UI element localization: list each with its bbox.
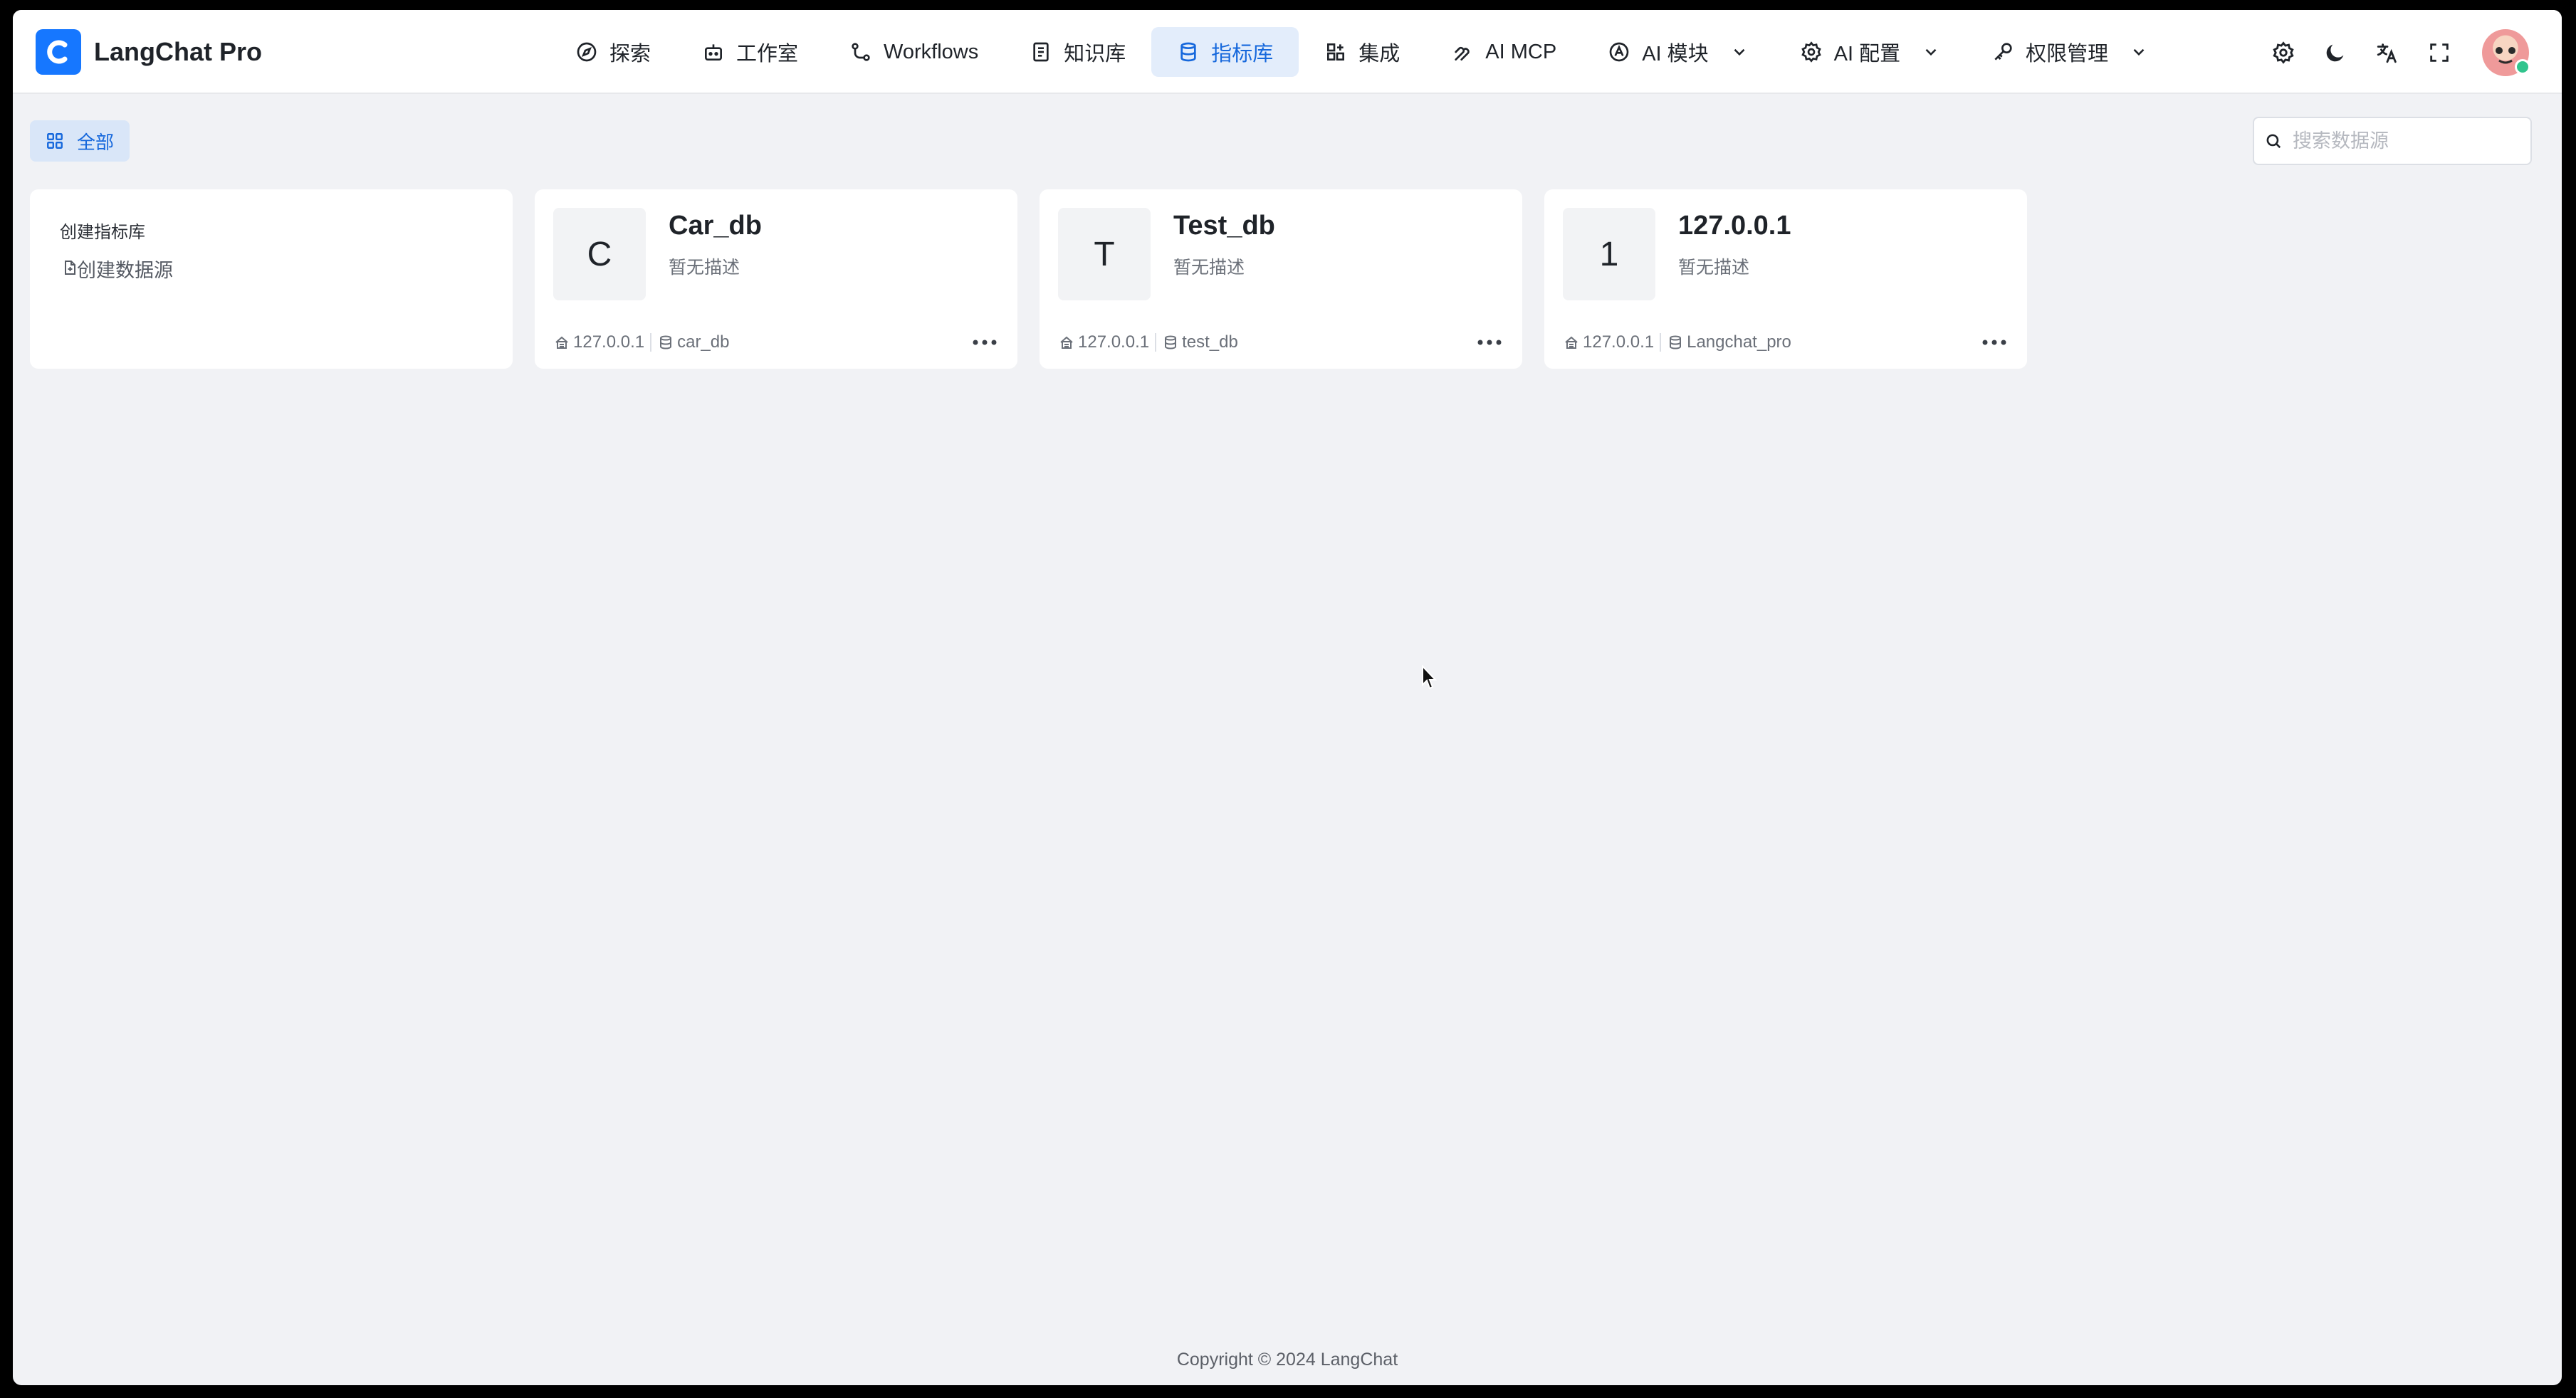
online-status-dot xyxy=(2515,59,2530,75)
filter-all-label: 全部 xyxy=(77,131,115,153)
footer-copyright: Copyright © 2024 LangChat xyxy=(1176,1350,1398,1370)
dark-mode-moon-icon[interactable] xyxy=(2321,38,2350,67)
nav-item-label: AI MCP xyxy=(1485,40,1557,63)
more-options-icon[interactable] xyxy=(1475,332,1504,353)
datasource-description: 暂无描述 xyxy=(669,258,740,278)
datasource-db: car_db xyxy=(677,332,730,352)
main-nav: 探索 工作室 Workflows 知识库 指标库 集成 AI MCP AI 模块… xyxy=(550,27,2174,77)
nav-item-explore[interactable]: 探索 xyxy=(550,27,676,77)
datasource-meta: 127.0.0.1 Langchat_pro xyxy=(1563,330,1791,354)
host-icon xyxy=(1565,336,1578,349)
grid-icon xyxy=(47,133,63,149)
database-icon xyxy=(660,335,672,350)
nav-item-label: AI 配置 xyxy=(1833,43,1901,65)
chevron-down-icon xyxy=(1925,48,1937,56)
nav-item-workflows[interactable]: Workflows xyxy=(824,27,1004,77)
datasource-name: Test_db xyxy=(1173,211,1275,241)
datasource-description: 暂无描述 xyxy=(1678,258,1750,278)
search-box[interactable] xyxy=(2253,117,2532,165)
datasource-card[interactable]: T Test_db 暂无描述 127.0.0.1 test_db xyxy=(1040,189,1522,369)
brand[interactable]: LangChat Pro xyxy=(36,29,262,75)
search-input[interactable] xyxy=(2291,129,2522,153)
create-datasource-label: 创建数据源 xyxy=(77,260,173,281)
settings-icon[interactable] xyxy=(2269,38,2298,67)
nav-item-label: 权限管理 xyxy=(2026,43,2109,65)
logo-icon xyxy=(36,29,81,75)
datasource-db: Langchat_pro xyxy=(1687,332,1791,352)
nav-item-ai-mcp[interactable]: AI MCP xyxy=(1425,27,1582,77)
nav-item-knowledge[interactable]: 知识库 xyxy=(1004,27,1151,77)
datasource-host: 127.0.0.1 xyxy=(1583,332,1655,352)
datasource-db: test_db xyxy=(1182,332,1238,352)
app-window: LangChat Pro 探索 工作室 Workflows 知识库 指标库 集成… xyxy=(13,10,2562,1385)
more-options-icon[interactable] xyxy=(970,332,999,353)
database-icon xyxy=(1165,335,1177,350)
nav-item-label: 集成 xyxy=(1358,43,1400,65)
translate-icon[interactable] xyxy=(2373,38,2402,67)
search-icon xyxy=(2266,134,2281,149)
meta-divider xyxy=(1660,333,1662,352)
database-icon xyxy=(1180,42,1196,62)
datasource-meta: 127.0.0.1 test_db xyxy=(1058,330,1238,354)
nav-item-label: 工作室 xyxy=(736,43,799,65)
user-avatar[interactable] xyxy=(2482,29,2530,76)
datasource-meta: 127.0.0.1 car_db xyxy=(553,330,729,354)
new-file-icon xyxy=(65,261,75,275)
module-icon xyxy=(1609,42,1629,62)
datasource-card[interactable]: C Car_db 暂无描述 127.0.0.1 car_db xyxy=(535,189,1017,369)
datasource-initial: 1 xyxy=(1563,208,1655,300)
nav-item-label: Workflows xyxy=(884,40,979,63)
brand-name: LangChat Pro xyxy=(94,37,263,66)
create-datasource-link[interactable]: 创建数据源 xyxy=(65,255,173,283)
header-tools xyxy=(2246,29,2530,76)
meta-divider xyxy=(1155,333,1157,352)
create-metrics-card: 创建指标库 创建数据源 xyxy=(30,189,513,369)
chevron-down-icon xyxy=(2133,48,2145,56)
datasource-initial: C xyxy=(553,208,646,300)
key-icon xyxy=(1994,43,2012,61)
datasource-name: Car_db xyxy=(669,211,762,241)
nav-item-studio[interactable]: 工作室 xyxy=(676,27,824,77)
nav-item-integrations[interactable]: 集成 xyxy=(1299,27,1425,77)
gear-icon xyxy=(1801,41,1821,63)
datasource-initial: T xyxy=(1058,208,1151,300)
nav-item-permissions[interactable]: 权限管理 xyxy=(1966,27,2174,77)
grid-plus-icon xyxy=(1327,43,1345,61)
top-header: LangChat Pro 探索 工作室 Workflows 知识库 指标库 集成… xyxy=(13,10,2562,94)
nav-item-label: 指标库 xyxy=(1211,43,1274,65)
nav-item-metrics[interactable]: 指标库 xyxy=(1151,27,1299,77)
more-options-icon[interactable] xyxy=(1980,332,2009,353)
nav-item-ai-module[interactable]: AI 模块 xyxy=(1582,27,1774,77)
datasource-host: 127.0.0.1 xyxy=(573,332,645,352)
database-icon xyxy=(1670,335,1682,350)
meta-divider xyxy=(650,333,652,352)
nav-item-label: 知识库 xyxy=(1064,43,1126,65)
mcp-icon xyxy=(1455,46,1470,61)
nav-item-label: 探索 xyxy=(609,43,651,65)
datasource-description: 暂无描述 xyxy=(1173,258,1245,278)
compass-icon xyxy=(577,42,597,62)
create-card-title: 创建指标库 xyxy=(60,223,145,242)
mouse-cursor-icon xyxy=(1422,665,1437,690)
host-icon xyxy=(555,336,568,349)
datasource-name: 127.0.0.1 xyxy=(1678,211,1791,241)
nav-item-label: AI 模块 xyxy=(1642,43,1709,65)
fullscreen-icon[interactable] xyxy=(2425,38,2454,67)
nav-item-ai-config[interactable]: AI 配置 xyxy=(1774,27,1966,77)
book-icon xyxy=(1033,42,1049,62)
robot-icon xyxy=(705,44,723,61)
datasource-host: 127.0.0.1 xyxy=(1078,332,1150,352)
chevron-down-icon xyxy=(1734,48,1745,56)
filter-all-button[interactable]: 全部 xyxy=(30,120,130,162)
workflow-icon xyxy=(852,43,870,61)
host-icon xyxy=(1060,336,1073,349)
datasource-card[interactable]: 1 127.0.0.1 暂无描述 127.0.0.1 Langchat_pro xyxy=(1544,189,2027,369)
